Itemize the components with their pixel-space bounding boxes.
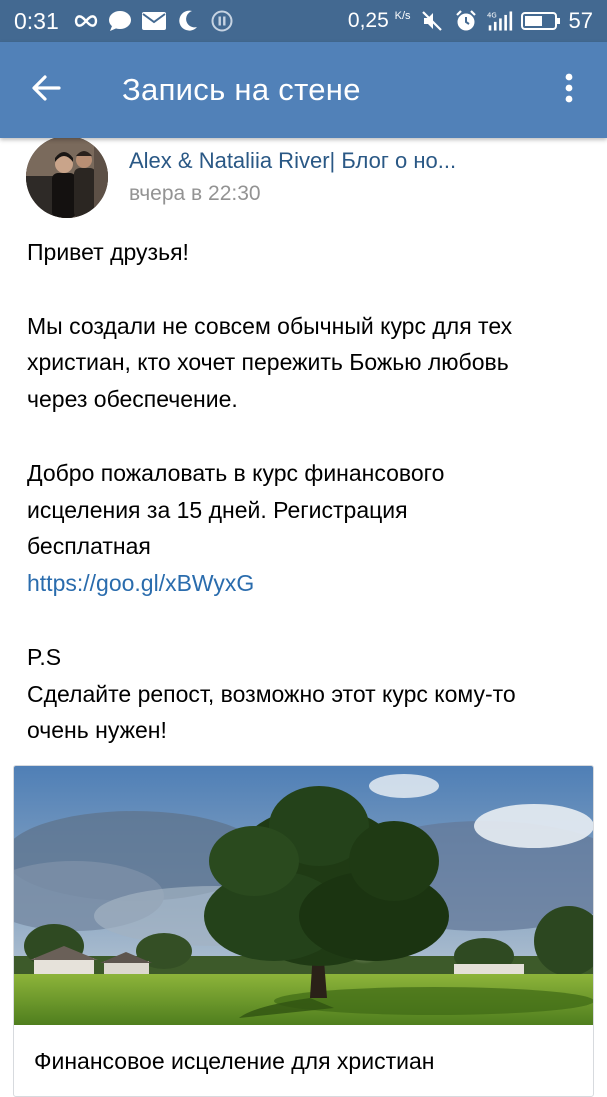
avatar[interactable] xyxy=(26,136,108,218)
post-text-line: Мы создали не совсем обычный курс для те… xyxy=(27,312,513,339)
post-text-line: Добро пожаловать в курс финансового xyxy=(27,459,445,486)
mute-icon xyxy=(419,8,445,34)
post-url-link[interactable]: https://goo.gl/xBWyxG xyxy=(27,570,254,596)
svg-text:4G: 4G xyxy=(487,12,497,20)
arrow-left-icon xyxy=(31,74,61,106)
more-options-button[interactable] xyxy=(549,66,589,114)
author-name[interactable]: Alex & Nataliia River| Блог о но... xyxy=(129,148,509,174)
signal-4g-icon: 4G xyxy=(487,8,513,34)
network-speed: 0,25 K/s xyxy=(347,9,411,32)
post-body: Привет друзья! Мы создали не совсем обыч… xyxy=(27,234,587,749)
battery-level: 57 xyxy=(568,8,593,33)
post-text-line: Сделайте репост, возможно этот курс кому… xyxy=(27,680,516,707)
infinity-icon xyxy=(73,8,99,34)
chat-bubble-icon xyxy=(107,8,133,34)
link-preview-card[interactable]: Финансовое исцеление для христиан xyxy=(13,765,594,1097)
post-text-line: через обеспечение. xyxy=(27,386,238,413)
post-text-line: бесплатная xyxy=(27,533,151,560)
card-title[interactable]: Финансовое исцеление для христиан xyxy=(34,1048,434,1075)
post-text-line: исцеления за 15 дней. Регистрация xyxy=(27,496,408,523)
post-text-line: очень нужен! xyxy=(27,717,167,744)
status-time: 0:31 xyxy=(14,7,59,34)
battery-icon xyxy=(520,8,561,34)
card-image-tree-in-park[interactable] xyxy=(14,766,593,1025)
pause-icon xyxy=(209,8,235,34)
mail-icon xyxy=(141,8,167,34)
back-button[interactable] xyxy=(22,66,70,114)
page-title: Запись на стене xyxy=(122,72,361,107)
post-text-line: P.S xyxy=(27,643,62,670)
post-text-line: Привет друзья! xyxy=(27,239,189,265)
moon-icon xyxy=(175,8,201,34)
post-timestamp: вчера в 22:30 xyxy=(129,182,261,205)
alarm-icon xyxy=(453,8,479,34)
post-header: Alex & Nataliia River| Блог о но... вчер… xyxy=(26,134,586,218)
app-bar: Запись на стене xyxy=(0,42,607,138)
status-bar: 0:31 0,25 K/s 4G 57 xyxy=(0,0,607,42)
post-text-line: христиан, кто хочет пережить Божью любов… xyxy=(27,349,509,376)
more-vertical-icon xyxy=(564,73,574,108)
